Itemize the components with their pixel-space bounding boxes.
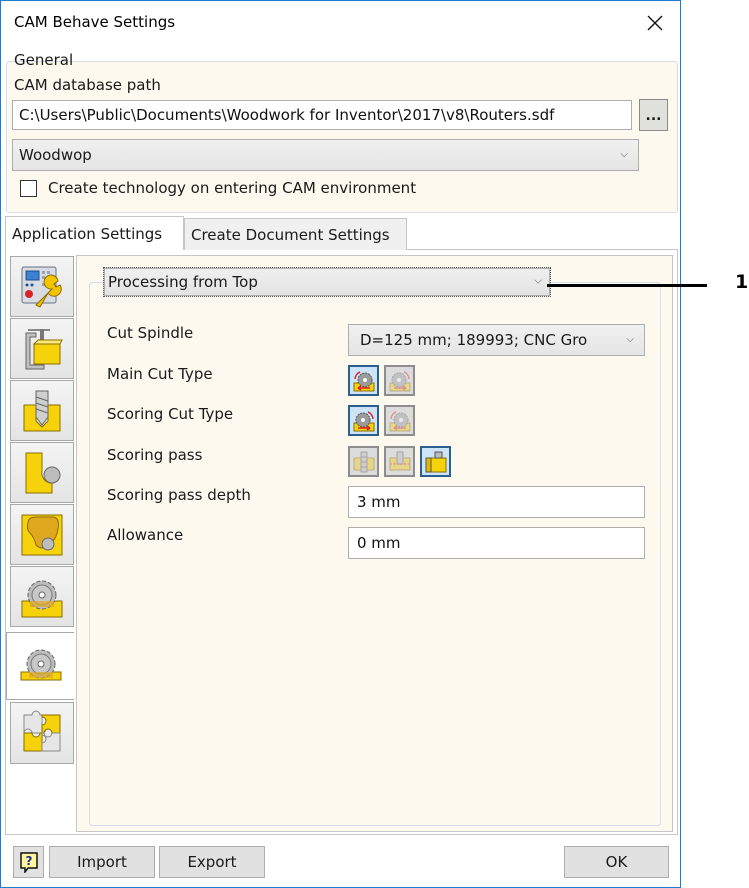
area-milling-icon	[21, 514, 63, 555]
scoring-pass-middle-button[interactable]	[384, 446, 415, 477]
scoring-cut-conventional-button[interactable]	[384, 405, 415, 436]
scoring-middle-icon	[389, 451, 410, 470]
cut-spindle-label: Cut Spindle	[107, 324, 194, 342]
sidebar-item-saw-groove[interactable]	[10, 566, 74, 627]
scoring-pass-none-button[interactable]	[348, 446, 379, 477]
cut-spindle-select[interactable]: D=125 mm; 189993; CNC Gro ⌵	[348, 324, 645, 356]
scoring-side-icon	[425, 451, 446, 472]
sidebar-item-clamping[interactable]	[10, 318, 74, 379]
window-title: CAM Behave Settings	[14, 13, 176, 31]
db-path-input[interactable]	[12, 100, 632, 130]
callout-line	[547, 284, 707, 287]
sidebar-item-drilling[interactable]	[10, 380, 74, 441]
conventional-cut-icon	[389, 370, 410, 391]
help-button[interactable]: ?	[13, 846, 44, 878]
cut-spindle-value: D=125 mm; 189993; CNC Gro	[360, 331, 588, 349]
scoring-pass-side-button[interactable]	[420, 446, 451, 477]
browse-button[interactable]: ...	[639, 99, 668, 131]
saw-blade-cut-icon	[20, 649, 61, 681]
sidebar-item-saw-cut[interactable]	[6, 632, 74, 700]
close-icon	[647, 15, 663, 31]
contour-milling-icon	[25, 452, 61, 493]
scoring-pass-depth-input[interactable]	[348, 486, 645, 518]
main-cut-conventional-button[interactable]	[384, 365, 415, 396]
svg-text:?: ?	[25, 854, 32, 868]
processing-direction-value: Processing from Top	[108, 273, 258, 291]
create-technology-checkbox-row[interactable]: Create technology on entering CAM enviro…	[20, 179, 416, 197]
import-button[interactable]: Import	[49, 846, 155, 878]
general-legend: General	[14, 51, 74, 69]
ok-button[interactable]: OK	[564, 846, 669, 878]
help-icon: ?	[19, 852, 38, 873]
scoring-cut-climb-button[interactable]	[348, 405, 379, 436]
conventional-cut-icon	[389, 410, 410, 431]
main-cut-type-label: Main Cut Type	[107, 365, 213, 383]
climb-cut-icon	[353, 410, 374, 431]
drill-pocket-icon	[23, 390, 61, 431]
create-technology-checkbox[interactable]	[20, 179, 37, 197]
allowance-label: Allowance	[107, 526, 184, 544]
close-button[interactable]	[638, 7, 672, 39]
climb-cut-icon	[353, 370, 374, 391]
cnc-machine-wrench-icon	[21, 266, 62, 308]
postprocessor-value: Woodwop	[19, 146, 92, 164]
allowance-input[interactable]	[348, 527, 645, 559]
chevron-down-icon: ⌵	[534, 275, 542, 287]
sidebar-item-plugins[interactable]	[10, 702, 74, 764]
scoring-pass-label: Scoring pass	[107, 446, 203, 464]
chevron-down-icon: ⌵	[620, 148, 628, 160]
callout-number: 1	[735, 271, 749, 293]
sidebar-item-machine-settings[interactable]	[10, 256, 74, 317]
tab-application-settings[interactable]: Application Settings	[5, 216, 184, 250]
create-technology-label: Create technology on entering CAM enviro…	[48, 179, 417, 197]
scoring-none-icon	[353, 451, 374, 472]
tab-create-document-settings-label: Create Document Settings	[191, 225, 390, 244]
export-button[interactable]: Export	[159, 846, 265, 878]
chevron-down-icon: ⌵	[626, 333, 634, 345]
postprocessor-select[interactable]: Woodwop ⌵	[12, 139, 639, 171]
saw-blade-groove-icon	[21, 580, 63, 617]
main-cut-climb-button[interactable]	[348, 365, 379, 396]
sidebar-item-contour[interactable]	[10, 442, 74, 503]
puzzle-plugins-icon	[23, 710, 61, 752]
db-path-label: CAM database path	[14, 76, 161, 94]
tab-create-document-settings[interactable]: Create Document Settings	[184, 218, 407, 250]
scoring-pass-depth-label: Scoring pass depth	[107, 486, 251, 504]
clamp-workpiece-icon	[25, 328, 63, 369]
scoring-cut-type-label: Scoring Cut Type	[107, 405, 234, 423]
tab-application-settings-label: Application Settings	[12, 224, 163, 243]
sidebar-item-area-milling[interactable]	[10, 504, 74, 565]
title-bar[interactable]: CAM Behave Settings	[1, 1, 680, 47]
processing-direction-select[interactable]: Processing from Top ⌵	[103, 267, 551, 297]
